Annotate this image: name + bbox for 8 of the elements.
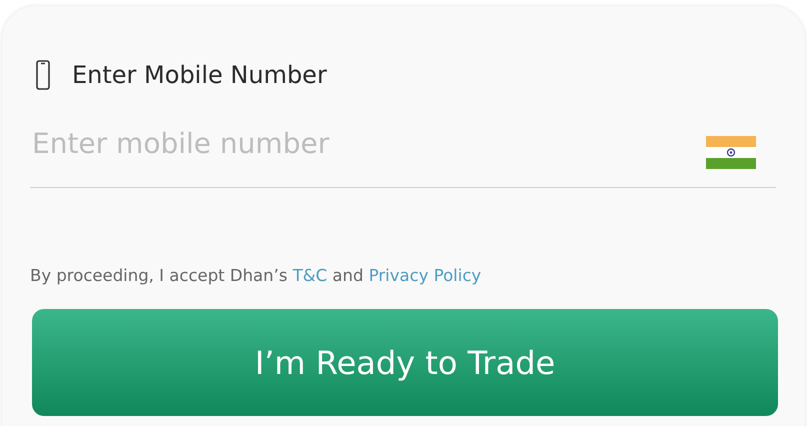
flag-icon: [706, 136, 756, 169]
ready-to-trade-button[interactable]: I’m Ready to Trade: [32, 309, 778, 416]
mobile-number-field[interactable]: Enter mobile number: [30, 122, 706, 166]
link[interactable]: T&C: [292, 266, 328, 285]
consent-text: By proceeding, I accept Dhan’s T&C and Privacy Policy: [30, 266, 482, 285]
field-label: Enter Mobile Number: [72, 61, 327, 89]
link[interactable]: Privacy Policy: [368, 266, 482, 285]
phone-icon: [36, 60, 50, 90]
